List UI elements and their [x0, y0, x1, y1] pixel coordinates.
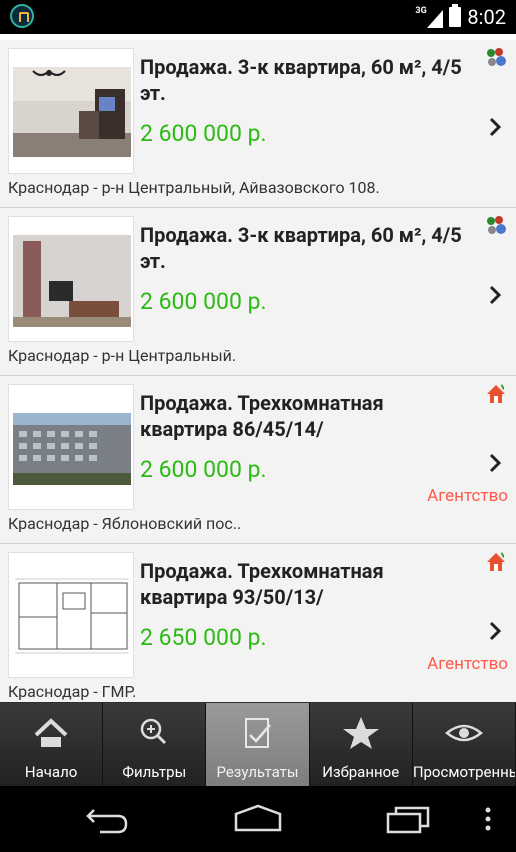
tab-filters[interactable]: Фильтры	[103, 703, 207, 786]
tab-favorites[interactable]: Избранное	[309, 703, 413, 786]
listing-title: Продажа. Трехкомнатная квартира 93/50/13…	[140, 559, 384, 609]
chevron-right-icon[interactable]	[488, 116, 502, 138]
results-list[interactable]: Продажа. 3-к квартира, 60 м², 4/5 эт. 2 …	[0, 34, 516, 702]
battery-icon	[449, 4, 462, 27]
listing-card[interactable]: Продажа. 3-к квартира, 60 м², 4/5 эт. 2 …	[0, 40, 516, 208]
signal-icon: 3G	[415, 6, 444, 28]
tab-label: Результаты	[216, 763, 299, 781]
listing-price: 2 600 000 р.	[140, 120, 267, 147]
listing-location: Краснодар - р-н Центральный, Айвазовског…	[8, 178, 380, 197]
recent-apps-icon[interactable]	[384, 802, 432, 836]
eye-icon	[444, 724, 483, 742]
home-icon	[34, 718, 68, 747]
listing-card[interactable]: Продажа. 3-к квартира, 60 м², 4/5 эт. 2 …	[0, 208, 516, 376]
listing-card[interactable]: Продажа. Трехкомнатная квартира 86/45/14…	[0, 376, 516, 544]
listing-price: 2 600 000 р.	[140, 456, 267, 483]
listing-photo	[8, 216, 134, 342]
listing-title: Продажа. Трехкомнатная квартира 86/45/14…	[140, 391, 384, 441]
results-check-icon	[244, 718, 271, 748]
home-nav-icon[interactable]	[232, 802, 284, 836]
listing-price: 2 600 000 р.	[140, 288, 267, 315]
tab-home[interactable]: Начало	[0, 703, 104, 786]
agency-house-icon	[487, 384, 505, 403]
overflow-menu-icon[interactable]	[482, 802, 494, 836]
star-icon	[342, 717, 379, 749]
chevron-right-icon[interactable]	[488, 452, 502, 474]
owner-people-icon	[487, 48, 506, 66]
tab-label: Избранное	[322, 763, 400, 781]
back-icon[interactable]	[84, 802, 132, 836]
listing-title: Продажа. 3-к квартира, 60 м², 4/5 эт.	[140, 223, 462, 273]
clock: 8:02	[467, 5, 506, 29]
network-type: 3G	[415, 6, 427, 16]
listing-card[interactable]: Продажа. Трехкомнатная квартира 93/50/13…	[0, 544, 516, 702]
status-bar: 3G 8:02	[0, 0, 516, 34]
chevron-right-icon[interactable]	[488, 284, 502, 306]
tab-label: Просмотренные	[412, 763, 516, 781]
app-notification-icon	[10, 4, 34, 28]
agency-house-icon	[487, 552, 505, 571]
listing-location: Краснодар - р-н Центральный.	[8, 346, 237, 365]
bottom-tab-bar: Начало Фильтры Результаты Избранное Прос…	[0, 702, 516, 786]
tab-results[interactable]: Результаты	[206, 703, 310, 786]
listing-location: Краснодар - ГМР.	[8, 682, 137, 701]
tab-viewed[interactable]: Просмотренные	[412, 703, 516, 786]
listing-location: Краснодар - Яблоновский пос..	[8, 514, 242, 533]
system-navigation-bar	[0, 786, 516, 852]
listing-photo	[8, 48, 134, 174]
listing-price: 2 650 000 р.	[140, 624, 267, 651]
agency-label: Агентство	[427, 486, 508, 506]
agency-label: Агентство	[427, 654, 508, 674]
status-indicators: 3G 8:02	[415, 3, 506, 31]
listing-photo	[8, 552, 134, 678]
listing-title: Продажа. 3-к квартира, 60 м², 4/5 эт.	[140, 55, 462, 105]
listing-photo	[8, 384, 134, 510]
zoom-in-icon	[141, 718, 167, 745]
chevron-right-icon[interactable]	[488, 620, 502, 642]
tab-label: Фильтры	[122, 763, 187, 781]
owner-people-icon	[487, 216, 506, 234]
tab-label: Начало	[24, 763, 78, 781]
